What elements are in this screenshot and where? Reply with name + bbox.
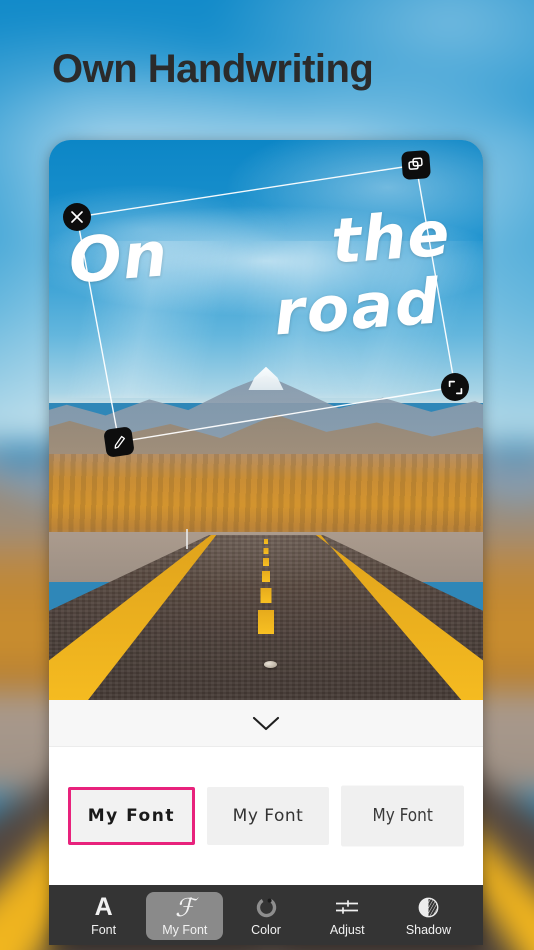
- font-card-1[interactable]: My Font: [206, 787, 330, 845]
- script-f-icon: ℱ: [174, 892, 195, 922]
- font-card-2[interactable]: My Font: [341, 785, 465, 847]
- duplicate-icon: [408, 157, 423, 170]
- chevron-down-icon: [252, 716, 280, 730]
- artwork-word-the: the: [328, 196, 453, 278]
- close-handle[interactable]: [63, 203, 91, 231]
- edit-handle[interactable]: [103, 426, 135, 458]
- font-card-label: My Font: [232, 806, 304, 826]
- font-picker-row: My Font My Font My Font: [49, 747, 483, 885]
- app-root: Own Handwriting On the road My Font My F…: [0, 0, 534, 950]
- bottom-toolbar: A Font ℱ My Font Color Adjust Shadow: [49, 885, 483, 945]
- collapse-panel-button[interactable]: [49, 700, 483, 747]
- toolbar-label: Font: [91, 923, 117, 938]
- toolbar-item-font[interactable]: A Font: [65, 892, 142, 940]
- resize-handle[interactable]: [441, 373, 469, 401]
- toolbar-item-adjust[interactable]: Adjust: [309, 892, 386, 940]
- toolbar-item-my-font[interactable]: ℱ My Font: [146, 892, 224, 940]
- resize-icon: [448, 380, 462, 394]
- font-card-label: My Font: [87, 806, 175, 826]
- toolbar-label: Adjust: [329, 923, 365, 938]
- toolbar-item-color[interactable]: Color: [227, 892, 304, 940]
- artwork-word-on: On: [66, 217, 171, 298]
- sliders-icon: [334, 895, 360, 919]
- font-card-0[interactable]: My Font: [68, 787, 195, 845]
- toolbar-label: Color: [251, 923, 281, 938]
- close-icon: [71, 211, 83, 223]
- letter-a-icon: A: [94, 892, 113, 921]
- duplicate-handle[interactable]: [401, 150, 431, 180]
- toolbar-item-shadow[interactable]: Shadow: [390, 892, 467, 940]
- pencil-icon: [114, 435, 125, 449]
- editor-canvas[interactable]: On the road: [49, 140, 483, 700]
- font-card-label: My Font: [372, 805, 433, 827]
- artwork-text[interactable]: On the road: [66, 196, 465, 356]
- half-shaded-circle-icon: [417, 895, 440, 919]
- color-ring-icon: [255, 895, 278, 919]
- toolbar-label: Shadow: [405, 923, 451, 938]
- toolbar-label: My Font: [162, 923, 208, 938]
- page-title: Own Handwriting: [52, 47, 374, 91]
- phone-mockup: On the road My Font My Font My Font A Fo…: [49, 140, 483, 945]
